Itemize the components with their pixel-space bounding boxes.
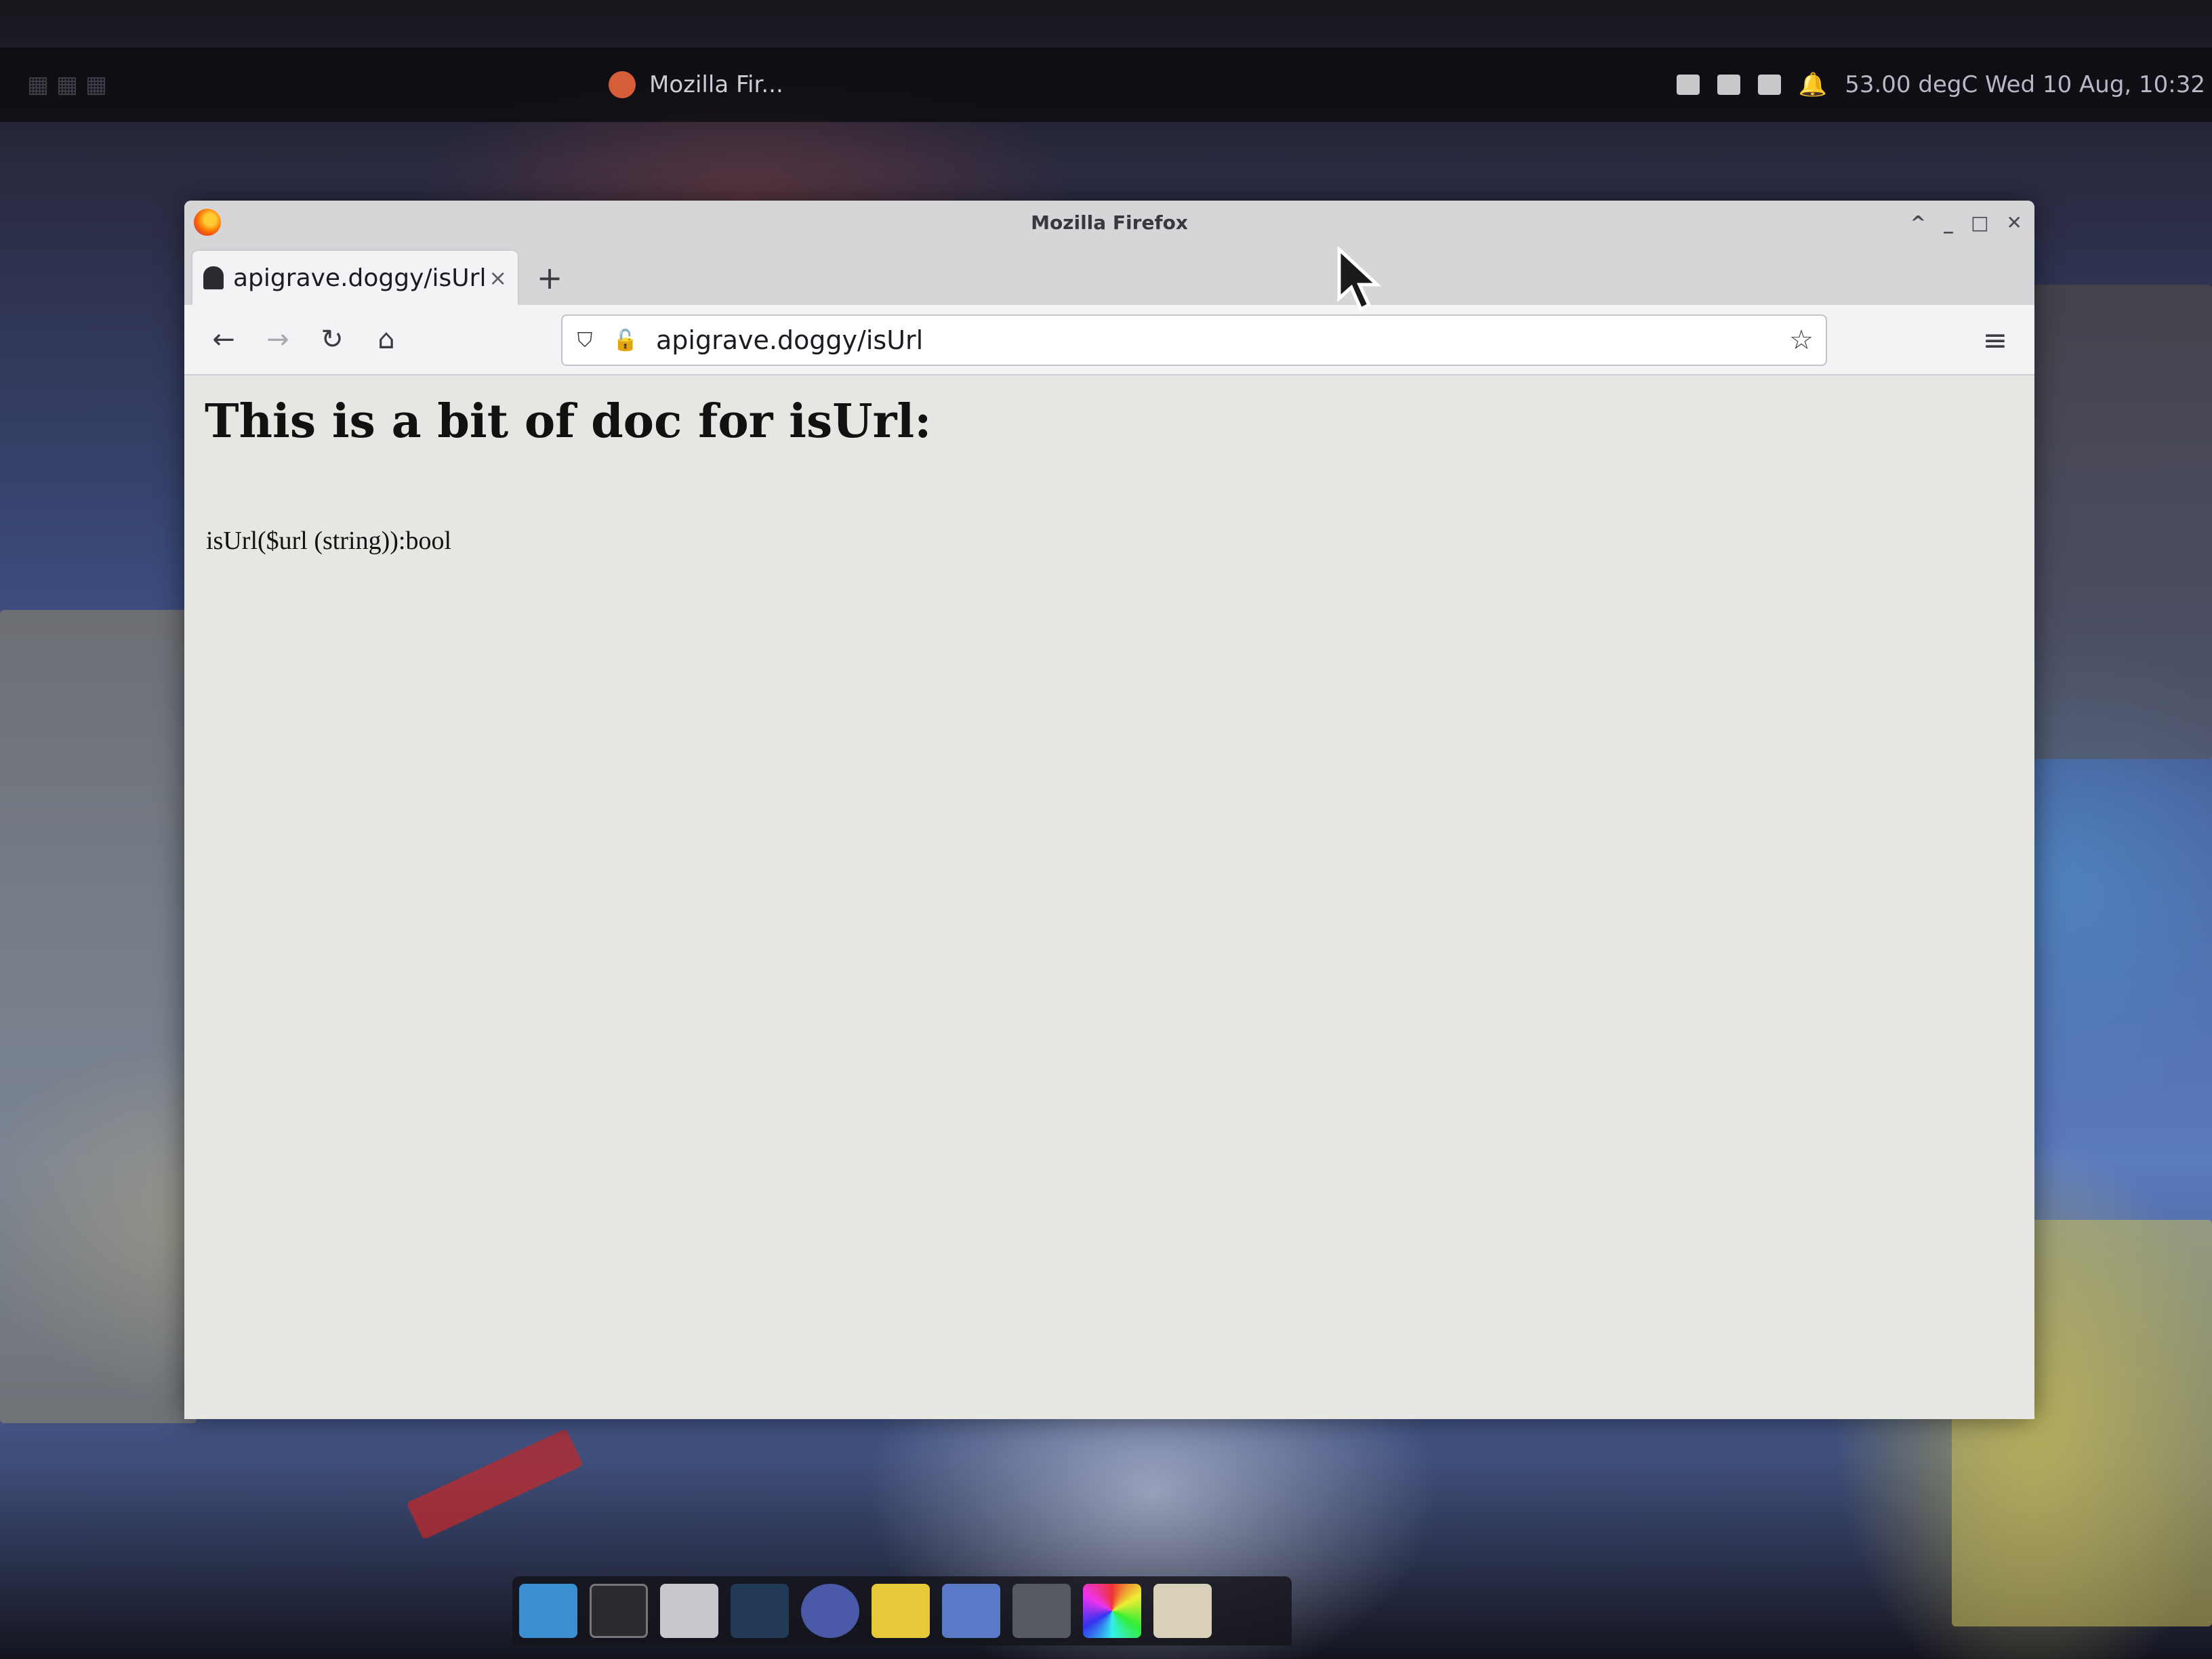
url-value[interactable]: apigrave.doggy/isUrl bbox=[656, 325, 923, 355]
panel-task[interactable]: ▦ ▦ ▦ bbox=[27, 71, 107, 98]
url-bar[interactable]: ⛉ 🔓 apigrave.doggy/isUrl ☆ bbox=[561, 314, 1827, 366]
window-controls: ^ _ □ ✕ bbox=[1910, 201, 2022, 244]
firefox-window: Mozilla Firefox ^ _ □ ✕ apigrave.doggy/i… bbox=[184, 201, 2034, 1419]
function-signature: isUrl($url (string)):bool bbox=[206, 527, 452, 555]
tab-strip: apigrave.doggy/isUrl × + bbox=[184, 244, 2034, 305]
window-shade-button[interactable]: ^ bbox=[1910, 211, 1926, 234]
window-titlebar[interactable]: Mozilla Firefox ^ _ □ ✕ bbox=[184, 201, 2034, 244]
wallpaper-shape bbox=[406, 1428, 583, 1540]
forward-button[interactable]: → bbox=[252, 314, 304, 365]
wallpaper-shape bbox=[0, 610, 197, 1423]
panel-task-label: Mozilla Fir... bbox=[649, 71, 783, 98]
panel-clock: 53.00 degC Wed 10 Aug, 10:32 bbox=[1845, 71, 2205, 98]
hamburger-menu-button[interactable]: ≡ bbox=[1969, 314, 2021, 366]
bottom-dock bbox=[512, 1576, 1292, 1645]
window-title: Mozilla Firefox bbox=[1031, 211, 1188, 234]
navigation-toolbar: ← → ↻ ⌂ ⛉ 🔓 apigrave.doggy/isUrl ☆ ≡ bbox=[184, 305, 2034, 375]
tray-icon[interactable] bbox=[1757, 75, 1781, 95]
settings-icon[interactable] bbox=[1012, 1584, 1071, 1638]
page-heading: This is a bit of doc for isUrl: bbox=[205, 394, 932, 449]
tab-isurl[interactable]: apigrave.doggy/isUrl × bbox=[192, 251, 518, 305]
window-minimize-button[interactable]: _ bbox=[1944, 211, 1953, 234]
tab-close-button[interactable]: × bbox=[489, 265, 507, 291]
tray-icon[interactable] bbox=[1717, 75, 1740, 95]
search-icon[interactable] bbox=[801, 1584, 859, 1638]
insecure-lock-icon[interactable]: 🔓 bbox=[613, 329, 638, 352]
top-panel: ▦ ▦ ▦ Mozilla Fir... 🔔 53.00 degC Wed 10… bbox=[0, 47, 2212, 122]
tab-label: apigrave.doggy/isUrl bbox=[233, 264, 487, 292]
shield-icon[interactable]: ⛉ bbox=[575, 329, 595, 352]
calculator-icon[interactable] bbox=[942, 1584, 1000, 1638]
media-icon[interactable] bbox=[731, 1584, 789, 1638]
image-viewer-icon[interactable] bbox=[660, 1584, 718, 1638]
firefox-icon bbox=[609, 71, 636, 98]
window-close-button[interactable]: ✕ bbox=[2007, 211, 2022, 234]
editor-icon[interactable] bbox=[872, 1584, 930, 1638]
folder-icon[interactable] bbox=[1153, 1584, 1212, 1638]
firefox-logo-icon bbox=[194, 209, 221, 236]
color-icon[interactable] bbox=[1083, 1584, 1141, 1638]
panel-task-firefox[interactable]: Mozilla Fir... bbox=[609, 71, 783, 98]
mouse-cursor-icon bbox=[1337, 247, 1382, 312]
reload-button[interactable]: ↻ bbox=[306, 314, 358, 365]
home-button[interactable]: ⌂ bbox=[361, 314, 412, 365]
window-maximize-button[interactable]: □ bbox=[1971, 211, 1988, 234]
back-button[interactable]: ← bbox=[198, 314, 249, 365]
notification-bell-icon[interactable]: 🔔 bbox=[1799, 71, 1827, 98]
tray-icon[interactable] bbox=[1676, 75, 1700, 95]
page-content: This is a bit of doc for isUrl: isUrl($u… bbox=[184, 375, 2034, 1419]
tombstone-icon bbox=[203, 266, 224, 289]
system-tray: 🔔 53.00 degC Wed 10 Aug, 10:32 bbox=[1676, 47, 2205, 122]
bookmark-star-icon[interactable]: ☆ bbox=[1789, 325, 1814, 356]
files-icon[interactable] bbox=[519, 1584, 577, 1638]
wallpaper-shape bbox=[2020, 285, 2212, 759]
terminal-icon[interactable] bbox=[590, 1584, 648, 1638]
new-tab-button[interactable]: + bbox=[526, 251, 573, 305]
